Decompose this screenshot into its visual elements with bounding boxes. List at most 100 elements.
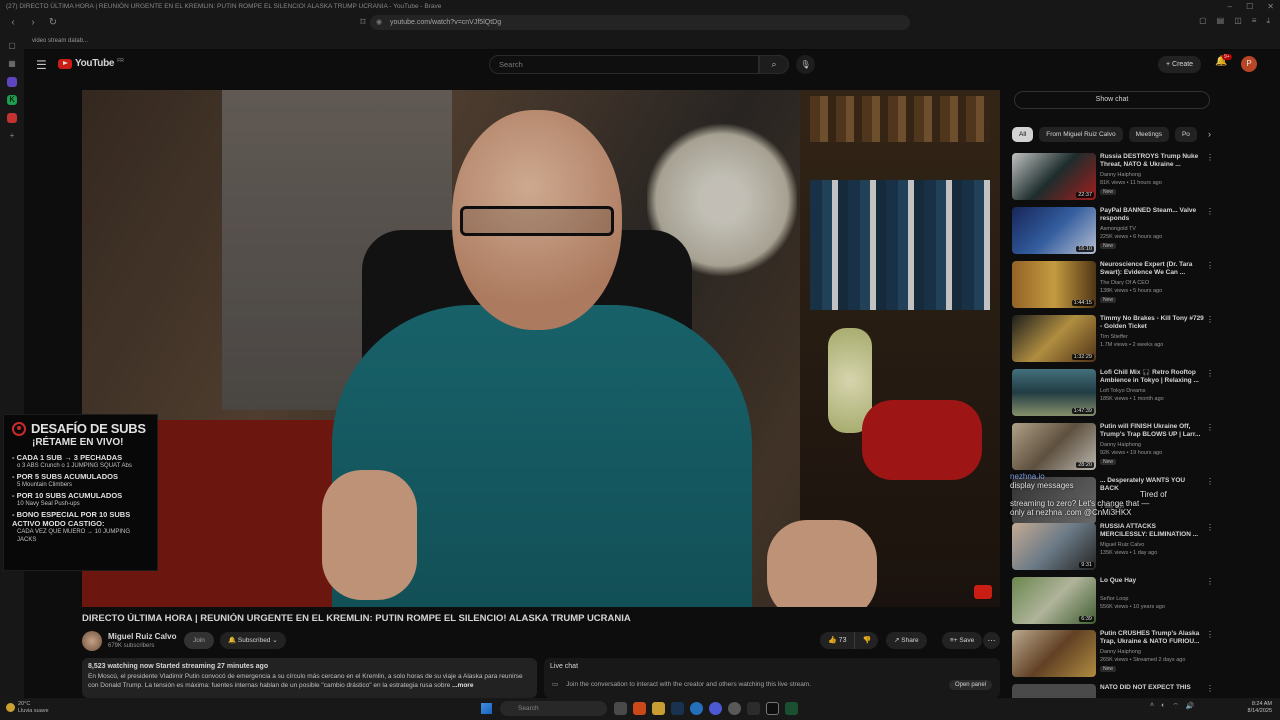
bookmark-icon[interactable]: ⌑ <box>356 16 370 30</box>
kebab-menu-icon[interactable]: ⋮ <box>1206 630 1214 639</box>
kick-icon[interactable]: K <box>7 95 17 105</box>
wallet-icon[interactable]: ◫ <box>1234 16 1242 26</box>
like-button[interactable]: 👍 73 <box>820 632 856 649</box>
video-player[interactable] <box>82 90 1000 607</box>
rec-thumbnail[interactable]: 22:37 <box>1012 153 1096 200</box>
rec-item[interactable]: 9:31 RUSSIA ATTACKS MERCILESSLY: ELIMINA… <box>1012 523 1214 573</box>
account-avatar[interactable]: P <box>1241 56 1257 72</box>
wifi-icon[interactable]: ⌔ <box>1172 702 1179 711</box>
kebab-menu-icon[interactable]: ⋮ <box>1206 153 1214 162</box>
more-actions-button[interactable]: ⋯ <box>983 632 1000 649</box>
volume-icon[interactable]: 🔊 <box>1186 702 1195 711</box>
kebab-menu-icon[interactable]: ⋮ <box>1206 261 1214 270</box>
rec-item[interactable]: 16:10 PayPal BANNED Steam... Valve respo… <box>1012 207 1214 257</box>
add-panel-icon[interactable]: + <box>7 131 17 141</box>
rec-thumbnail[interactable]: 28:20 <box>1012 423 1096 470</box>
rec-thumbnail[interactable]: 9:31 <box>1012 523 1096 570</box>
rec-thumbnail[interactable] <box>1012 684 1096 698</box>
download-icon[interactable]: ⤓ <box>1266 16 1270 26</box>
file-explorer-icon[interactable] <box>652 702 665 715</box>
taskbar-clock[interactable]: 8:24 AM 8/14/2025 <box>1236 701 1272 715</box>
kebab-menu-icon[interactable]: ⋮ <box>1206 369 1214 378</box>
rec-channel[interactable]: Miguel Ruiz Calvo <box>1100 542 1144 548</box>
reload-icon[interactable]: ↻ <box>46 16 60 30</box>
chip-meetings[interactable]: Meetings <box>1128 127 1169 142</box>
close-icon[interactable]: ✕ <box>1267 0 1274 13</box>
kebab-menu-icon[interactable]: ⋮ <box>1206 207 1214 216</box>
save-button[interactable]: ≡+ Save <box>942 632 983 649</box>
rec-channel[interactable]: Asmongold TV <box>1100 226 1136 232</box>
chip-all[interactable]: All <box>1012 127 1034 142</box>
rec-item[interactable]: 6:39 Lo Que Hay Señor Loop 556K views • … <box>1012 577 1214 627</box>
share-button[interactable]: ↗ Share <box>886 632 927 649</box>
site-info-icon[interactable]: ◉ <box>376 15 382 30</box>
youtube-watermark-icon[interactable] <box>974 585 992 599</box>
chip-from-channel[interactable]: From Miguel Ruiz Calvo <box>1039 127 1123 142</box>
edge-icon[interactable] <box>690 702 703 715</box>
rec-item[interactable]: 22:37 Russia DESTROYS Trump Nuke Threat,… <box>1012 153 1214 203</box>
steam-icon[interactable] <box>671 702 684 715</box>
tray-chevron-icon[interactable]: ˄ <box>1150 702 1154 711</box>
rec-title[interactable]: NATO DID NOT EXPECT THIS <box>1100 684 1204 698</box>
menu-icon[interactable]: ≡ <box>1252 16 1257 26</box>
search-button[interactable]: ⌕ <box>759 55 789 74</box>
rec-thumbnail[interactable]: 6:39 <box>1012 577 1096 624</box>
rec-item[interactable]: Putin CRUSHES Trump's Alaska Trap, Ukrai… <box>1012 630 1214 680</box>
app-icon[interactable] <box>766 702 779 715</box>
subscribed-button[interactable]: 🔔 Subscribed ⌄ <box>220 632 286 649</box>
rec-thumbnail[interactable]: 1:32:29 <box>1012 315 1096 362</box>
maximize-icon[interactable]: ☐ <box>1246 0 1253 13</box>
description-box[interactable]: 8,523 watching now Started streaming 27 … <box>82 658 537 698</box>
tray-app-icon[interactable]: ◐ <box>1161 702 1165 711</box>
search-input[interactable]: Search <box>489 55 759 74</box>
forward-icon[interactable]: › <box>26 16 40 30</box>
brave-taskbar-icon[interactable] <box>633 702 646 715</box>
create-button[interactable]: + Create <box>1158 56 1202 73</box>
rec-thumbnail[interactable]: 1:47:39 <box>1012 369 1096 416</box>
open-panel-button[interactable]: Open panel <box>948 680 992 690</box>
rec-title[interactable]: Russia DESTROYS Trump Nuke Threat, NATO … <box>1100 153 1204 170</box>
rec-channel[interactable]: Danny Haiphong <box>1100 442 1141 448</box>
chip-po[interactable]: Po <box>1174 127 1197 142</box>
obs-icon[interactable] <box>747 702 760 715</box>
rec-channel[interactable]: Señor Loop <box>1100 596 1128 602</box>
rec-channel[interactable]: Danny Haiphong <box>1100 649 1141 655</box>
rec-item[interactable]: 1:44:15 Neuroscience Expert (Dr. Tara Sw… <box>1012 261 1214 311</box>
rec-channel[interactable]: Tim Stieffer <box>1100 334 1128 340</box>
address-bar[interactable]: ◉ youtube.com/watch?v=cnVJf5lQtDg <box>370 15 910 30</box>
discord-icon[interactable] <box>709 702 722 715</box>
rec-title[interactable]: Neuroscience Expert (Dr. Tara Swart): Ev… <box>1100 261 1204 278</box>
weather-widget[interactable]: 20°C Lluvia suave <box>6 701 49 715</box>
rec-item[interactable]: 1:47:39 Lofi Chill Mix 🎧 Retro Rooftop A… <box>1012 369 1214 419</box>
rec-thumbnail[interactable]: 16:10 <box>1012 207 1096 254</box>
youtube-sidebar-icon[interactable] <box>7 113 17 123</box>
rec-item[interactable]: 1:32:29 Timmy No Brakes - Kill Tony #729… <box>1012 315 1214 365</box>
app-green-icon[interactable] <box>785 702 798 715</box>
kebab-menu-icon[interactable]: ⋮ <box>1206 577 1214 586</box>
show-chat-button[interactable]: Show chat <box>1014 91 1210 109</box>
rec-title[interactable]: Lofi Chill Mix 🎧 Retro Rooftop Ambience … <box>1100 369 1204 386</box>
hamburger-menu-icon[interactable]: ☰ <box>36 58 47 72</box>
chevron-right-icon[interactable]: › <box>1208 129 1211 139</box>
rec-title[interactable]: Putin CRUSHES Trump's Alaska Trap, Ukrai… <box>1100 630 1204 647</box>
rec-thumbnail[interactable]: 1:44:15 <box>1012 261 1096 308</box>
rec-title[interactable]: Putin will FINISH Ukraine Off, Trump's T… <box>1100 423 1204 440</box>
rec-channel[interactable]: Lofi Tokyo Dreams <box>1100 388 1145 394</box>
bookmark-item[interactable]: video stream datab... <box>32 38 88 44</box>
voice-search-button[interactable]: 🎙 <box>796 55 815 74</box>
more-link[interactable]: ...more <box>452 682 473 689</box>
kebab-menu-icon[interactable]: ⋮ <box>1206 523 1214 532</box>
kebab-menu-icon[interactable]: ⋮ <box>1206 315 1214 324</box>
windows-start-icon[interactable] <box>481 703 492 714</box>
rec-item[interactable]: NATO DID NOT EXPECT THIS ⋮ <box>1012 684 1212 698</box>
rec-title[interactable]: Timmy No Brakes - Kill Tony #729 - Golde… <box>1100 315 1204 332</box>
channel-avatar[interactable] <box>82 631 102 651</box>
rec-title[interactable]: RUSSIA ATTACKS MERCILESSLY: ELIMINATION … <box>1100 523 1204 540</box>
rec-channel[interactable]: Danny Haiphong <box>1100 172 1141 178</box>
minimize-icon[interactable]: – <box>1228 0 1232 13</box>
sidebar-toggle-icon[interactable]: ▤ <box>1217 16 1225 26</box>
leo-icon[interactable] <box>7 77 17 87</box>
rec-item[interactable]: 28:20 Putin will FINISH Ukraine Off, Tru… <box>1012 423 1214 473</box>
tabs-icon[interactable]: ▦ <box>7 59 17 69</box>
youtube-logo[interactable]: YouTube FR <box>58 58 124 69</box>
